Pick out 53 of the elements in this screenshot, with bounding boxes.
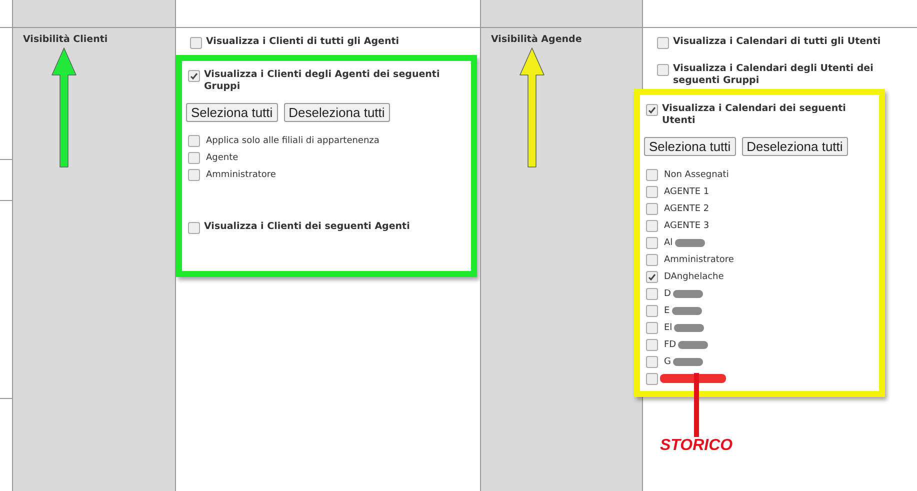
item-label: AGENTE 1 [664,186,710,196]
item-label: Non Assegnati [664,170,729,180]
item-label: DAnghelache [664,272,724,282]
option-label: Visualizza i Clienti di tutti gli Agenti [206,36,400,48]
checkbox[interactable] [188,70,200,82]
item-label: Amministratore [664,254,734,264]
check-icon [190,72,198,80]
item-label: AGENTE 2 [664,204,710,214]
option-label: Visualizza i Clienti dei seguenti Agenti [204,221,410,233]
item-label: AGENTE 3 [664,220,710,230]
checkbox[interactable] [646,288,658,300]
item-label: G [664,356,671,366]
checkbox[interactable] [646,169,658,181]
deselect-all-button[interactable]: Deseleziona tutti [742,137,848,156]
checkbox[interactable] [188,152,200,164]
item-label: Applica solo alle filiali di appartenenza [206,136,380,146]
checkbox[interactable] [646,339,658,351]
checkbox[interactable] [646,220,658,232]
item-label: Amministratore [206,170,276,180]
select-all-button[interactable]: Seleziona tutti [186,103,278,122]
item-label: E [664,306,670,316]
checkbox[interactable] [646,186,658,198]
option-label: Visualizza i Calendari dei seguenti Utenti [662,103,847,127]
annotation-text: STORICO [660,437,733,455]
select-all-button[interactable]: Seleziona tutti [644,137,736,156]
checkbox[interactable] [188,169,200,181]
checkbox[interactable] [646,373,658,385]
item-label: Agente [206,152,238,162]
checkbox[interactable] [646,271,658,283]
checkbox[interactable] [646,305,658,317]
checkbox[interactable] [646,203,658,215]
checkbox[interactable] [190,37,202,49]
checkbox[interactable] [188,135,200,147]
checkbox[interactable] [646,104,658,116]
checkbox[interactable] [657,64,669,76]
item-label: Al [664,238,673,248]
item-label: El [664,322,672,332]
deselect-all-button[interactable]: Deseleziona tutti [284,103,390,122]
checkbox[interactable] [646,254,658,266]
option-label: Visualizza i Calendari degli Utenti dei seguenti Gruppi [673,63,874,87]
checkbox[interactable] [657,37,669,49]
checkbox[interactable] [188,222,200,234]
checkbox[interactable] [646,237,658,249]
section-label: Visibilità Agende [491,34,582,45]
item-label: FD [664,340,676,350]
check-icon [648,273,656,281]
option-label: Visualizza i Calendari di tutti gli Utenti [673,36,881,48]
checkbox[interactable] [646,322,658,334]
section-label: Visibilità Clienti [23,34,108,45]
check-icon [648,106,656,114]
option-label: Visualizza i Clienti degli Agenti dei seguenti Gruppi [204,69,441,93]
item-label: D [664,288,671,298]
checkbox[interactable] [646,356,658,368]
